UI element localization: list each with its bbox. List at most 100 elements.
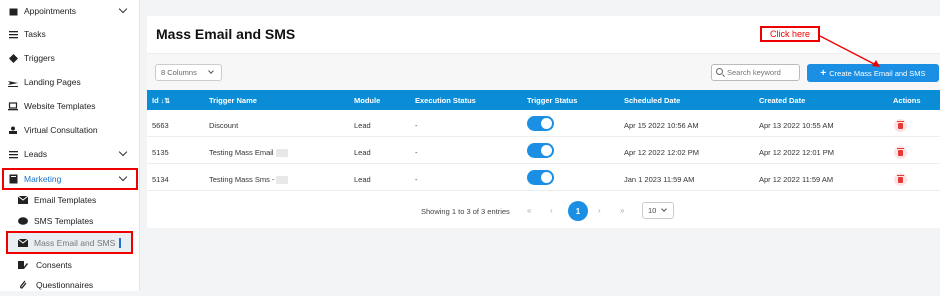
trash-icon	[897, 174, 904, 183]
sidebar-item-label: Questionnaires	[36, 280, 94, 290]
highlight-box	[2, 168, 138, 190]
table-row: 5135 Testing Mass Email Lead - Apr 12 20…	[147, 139, 940, 164]
header-trigger-status: Trigger Status	[527, 96, 578, 105]
delete-button[interactable]	[894, 119, 907, 132]
sidebar-item-questionnaires[interactable]: Questionnaires	[0, 274, 140, 296]
sidebar-item-tasks[interactable]: Tasks	[0, 23, 140, 45]
pagination-info: Showing 1 to 3 of 3 entries	[421, 207, 510, 216]
sidebar-item-leads[interactable]: Leads	[0, 143, 140, 165]
page-title: Mass Email and SMS	[156, 26, 296, 42]
cell-execution-status: -	[415, 175, 418, 184]
header-actions: Actions	[893, 96, 921, 105]
delete-button[interactable]	[894, 146, 907, 159]
redacted-text	[276, 176, 289, 185]
cell-module: Lead	[354, 148, 371, 157]
sidebar-item-label: Triggers	[24, 53, 55, 63]
user-icon	[8, 125, 18, 135]
table-row: 5663 Discount Lead - Apr 15 2022 10:56 A…	[147, 112, 940, 137]
search-input[interactable]	[727, 68, 797, 77]
table-row: 5134 Testing Mass Sms - Lead - Jan 1 202…	[147, 166, 940, 191]
list-icon	[8, 149, 18, 159]
trigger-status-toggle[interactable]	[527, 143, 554, 158]
cell-trigger-name[interactable]: Testing Mass Sms -	[209, 175, 289, 185]
toolbar: 8 Columns + Create Mass Email and SMS	[147, 54, 940, 90]
per-page-dropdown[interactable]: 10	[642, 202, 674, 219]
sidebar: Appointments Tasks Triggers Landing Page…	[0, 0, 140, 291]
plus-icon: +	[820, 67, 827, 79]
cell-created-date: Apr 13 2022 10:55 AM	[759, 121, 834, 130]
sidebar-item-label: SMS Templates	[34, 216, 94, 226]
cell-id: 5135	[152, 148, 169, 157]
trigger-status-toggle[interactable]	[527, 170, 554, 185]
cell-trigger-name[interactable]: Testing Mass Email	[209, 148, 288, 158]
sidebar-item-sms-templates[interactable]: SMS Templates	[0, 210, 140, 232]
cell-id: 5134	[152, 175, 169, 184]
sidebar-item-triggers[interactable]: Triggers	[0, 47, 140, 69]
create-mass-email-sms-button[interactable]: + Create Mass Email and SMS	[807, 64, 939, 82]
mail-icon	[18, 195, 28, 205]
cell-scheduled-date: Jan 1 2023 11:59 AM	[624, 175, 695, 184]
header-module: Module	[354, 96, 381, 105]
cell-module: Lead	[354, 121, 371, 130]
cell-created-date: Apr 12 2022 12:01 PM	[759, 148, 835, 157]
first-page-button[interactable]: «	[527, 206, 531, 215]
edit-icon	[18, 260, 28, 270]
search-icon	[716, 68, 723, 75]
pagination: Showing 1 to 3 of 3 entries « ‹ 1 › » 10	[147, 201, 940, 221]
delete-button[interactable]	[894, 173, 907, 186]
sidebar-item-email-templates[interactable]: Email Templates	[0, 189, 140, 211]
trash-icon	[897, 147, 904, 156]
cell-execution-status: -	[415, 148, 418, 157]
next-page-button[interactable]: ›	[598, 206, 601, 215]
create-button-label: Create Mass Email and SMS	[829, 68, 926, 78]
sidebar-item-label: Leads	[24, 149, 48, 159]
current-page-button[interactable]: 1	[568, 201, 588, 221]
sidebar-item-label: Landing Pages	[24, 77, 81, 87]
cell-trigger-name[interactable]: Discount	[209, 121, 238, 130]
chevron-down-icon	[208, 68, 214, 74]
header-execution-status: Execution Status	[415, 96, 476, 105]
sidebar-item-virtual-consultation[interactable]: Virtual Consultation	[0, 119, 140, 141]
click-here-callout: Click here	[760, 26, 820, 42]
sort-icon[interactable]: ↓⇅	[161, 98, 170, 105]
search-field[interactable]	[711, 64, 800, 81]
cell-module: Lead	[354, 175, 371, 184]
sidebar-item-appointments[interactable]: Appointments	[0, 0, 140, 22]
chevron-down-icon[interactable]	[118, 147, 128, 157]
plane-icon	[8, 77, 18, 87]
calendar-icon	[8, 6, 18, 16]
per-page-value: 10	[648, 206, 657, 215]
columns-label: 8 Columns	[161, 68, 197, 77]
sidebar-item-website-templates[interactable]: Website Templates	[0, 95, 140, 117]
cell-id: 5663	[152, 121, 169, 130]
sidebar-item-label: Consents	[36, 260, 72, 270]
header-id[interactable]: Id ↓⇅	[152, 96, 170, 105]
redacted-text	[275, 149, 288, 158]
columns-dropdown[interactable]: 8 Columns	[155, 64, 222, 81]
sidebar-item-label: Tasks	[24, 29, 46, 39]
page-header: Mass Email and SMS	[147, 16, 940, 54]
main-card: Mass Email and SMS 8 Columns + Create Ma…	[147, 16, 940, 228]
diamond-icon	[8, 53, 18, 63]
list-icon	[8, 29, 18, 39]
sidebar-item-label: Email Templates	[34, 195, 97, 205]
sidebar-item-label: Appointments	[24, 6, 76, 16]
header-scheduled-date: Scheduled Date	[624, 96, 681, 105]
prev-page-button[interactable]: ‹	[550, 206, 553, 215]
clip-icon	[18, 280, 28, 290]
chevron-down-icon	[661, 206, 667, 212]
header-trigger-name: Trigger Name	[209, 96, 257, 105]
chevron-down-icon[interactable]	[118, 4, 128, 14]
sidebar-item-consents[interactable]: Consents	[0, 254, 140, 276]
cell-scheduled-date: Apr 15 2022 10:56 AM	[624, 121, 699, 130]
trigger-status-toggle[interactable]	[527, 116, 554, 131]
header-created-date: Created Date	[759, 96, 806, 105]
trash-icon	[897, 120, 904, 129]
chat-icon	[18, 216, 28, 226]
sidebar-item-landing-pages[interactable]: Landing Pages	[0, 71, 140, 93]
last-page-button[interactable]: »	[620, 206, 624, 215]
sidebar-item-label: Virtual Consultation	[24, 125, 98, 135]
highlight-box	[6, 231, 133, 254]
table-header: Id ↓⇅ Trigger Name Module Execution Stat…	[147, 90, 940, 110]
sidebar-item-label: Website Templates	[24, 101, 96, 111]
